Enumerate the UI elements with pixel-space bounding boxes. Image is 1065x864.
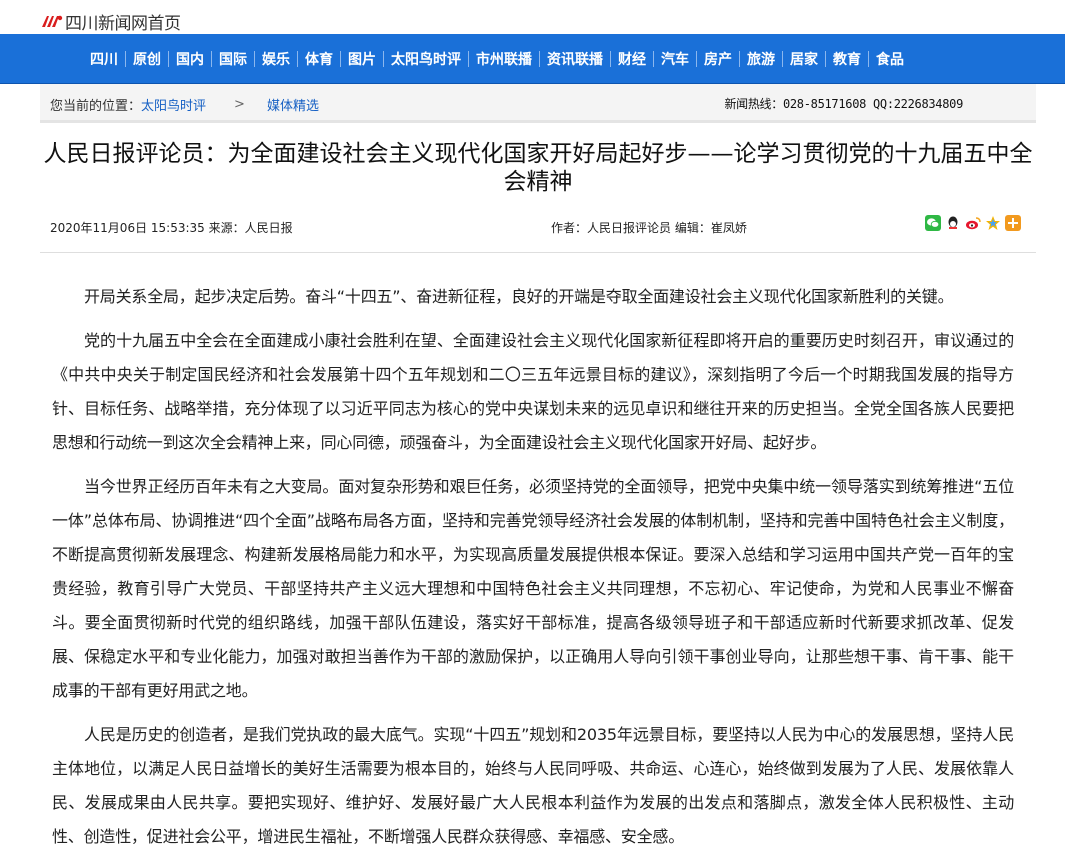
- nav-item: 旅游: [737, 49, 780, 69]
- nav-item: 国际: [209, 49, 252, 69]
- author-label: 作者：: [551, 221, 588, 235]
- nav-item: 居家: [780, 49, 823, 69]
- breadcrumb-arrow-icon: >: [234, 97, 245, 112]
- article-title: 人民日报评论员：为全面建设社会主义现代化国家开好局起好步——论学习贯彻党的十九届…: [43, 141, 1033, 195]
- wechat-icon[interactable]: [925, 215, 941, 231]
- article-paragraph: 当今世界正经历百年未有之大变局。面对复杂形势和艰巨任务，必须坚持党的全面领导，把…: [52, 477, 1014, 700]
- top-bar: 四川新闻网首页: [0, 0, 1065, 34]
- article-editor: 崔凤娇: [710, 221, 747, 235]
- breadcrumb-link-commentary[interactable]: 太阳鸟时评: [141, 95, 206, 114]
- site-logo-icon: [40, 13, 64, 30]
- news-hotline: 新闻热线：028-85171608 QQ:2226834809: [724, 95, 963, 112]
- qzone-icon[interactable]: [985, 215, 1001, 231]
- site-home-link-text: 四川新闻网首页: [65, 14, 181, 34]
- nav-link[interactable]: 太阳鸟时评: [386, 49, 466, 69]
- nav-item: 资讯联播: [537, 49, 608, 69]
- nav-item: 财经: [608, 49, 651, 69]
- nav-link[interactable]: 房产: [699, 49, 737, 69]
- nav-link[interactable]: 体育: [300, 49, 338, 69]
- nav-link[interactable]: 图片: [343, 49, 381, 69]
- nav-link[interactable]: 居家: [785, 49, 823, 69]
- nav-separator: [168, 50, 169, 67]
- nav-separator: [297, 50, 298, 67]
- nav-separator: [782, 50, 783, 67]
- nav-item: 市州联播: [466, 49, 537, 69]
- nav-link[interactable]: 国内: [171, 49, 209, 69]
- article-date-source: 2020年11月06日 15:53:35 来源：人民日报: [50, 219, 293, 236]
- nav-separator: [825, 50, 826, 67]
- nav-link[interactable]: 教育: [828, 49, 866, 69]
- breadcrumb-bar: 您当前的位置： 太阳鸟时评 > 媒体精选 新闻热线：028-85171608 Q…: [40, 84, 1036, 123]
- hotline-label: 新闻热线：: [724, 97, 783, 111]
- hotline-value: 028-85171608 QQ:2226834809: [782, 97, 963, 111]
- nav-item: 体育: [295, 49, 338, 69]
- nav-separator: [125, 50, 126, 67]
- nav-link[interactable]: 旅游: [742, 49, 780, 69]
- nav-link[interactable]: 食品: [871, 49, 909, 69]
- editor-label: 编辑：: [674, 221, 711, 235]
- nav-item: 四川: [85, 49, 123, 69]
- nav-separator: [211, 50, 212, 67]
- nav-separator: [610, 50, 611, 67]
- nav-item: 图片: [338, 49, 381, 69]
- article-author-editor: 作者：人民日报评论员 编辑：崔凤娇: [551, 219, 747, 236]
- main-nav: 四川 原创 国内 国际 娱乐 体育 图片 太阳鸟时评 市州联播 资讯联播 财经 汽车 房产 旅游 居家 教育食…: [0, 34, 1065, 84]
- nav-list: 四川 原创 国内 国际 娱乐 体育 图片 太阳鸟时评 市州联播 资讯联播 财经 汽车 房产 旅游 居家 教育食…: [85, 34, 909, 83]
- nav-item: 娱乐: [252, 49, 295, 69]
- nav-separator: [383, 50, 384, 67]
- share-bar: [925, 215, 1021, 231]
- nav-item: 食品: [866, 49, 909, 69]
- nav-link[interactable]: 国际: [214, 49, 252, 69]
- nav-separator: [539, 50, 540, 67]
- breadcrumb: 您当前的位置： 太阳鸟时评 > 媒体精选: [50, 95, 319, 114]
- nav-link[interactable]: 资讯联播: [542, 49, 608, 69]
- nav-item: 原创: [123, 49, 166, 69]
- nav-separator: [653, 50, 654, 67]
- title-divider: [40, 252, 1036, 253]
- article-datetime: 2020年11月06日 15:53:35: [50, 221, 205, 235]
- nav-link[interactable]: 娱乐: [257, 49, 295, 69]
- nav-item: 教育: [823, 49, 866, 69]
- nav-link[interactable]: 市州联播: [471, 49, 537, 69]
- nav-link[interactable]: 财经: [613, 49, 651, 69]
- nav-link[interactable]: 汽车: [656, 49, 694, 69]
- breadcrumb-label: 您当前的位置：: [50, 99, 142, 114]
- nav-link[interactable]: 四川: [85, 49, 123, 69]
- nav-separator: [696, 50, 697, 67]
- nav-separator: [739, 50, 740, 67]
- article-paragraph: 开局关系全局，起步决定后势。奋斗“十四五”、奋进新征程，良好的开端是夺取全面建设…: [84, 287, 954, 306]
- nav-separator: [254, 50, 255, 67]
- article-meta: 2020年11月06日 15:53:35 来源：人民日报 作者：人民日报评论员 …: [50, 215, 1036, 236]
- nav-separator: [468, 50, 469, 67]
- nav-item: 房产: [694, 49, 737, 69]
- home-logo-link[interactable]: 四川新闻网首页: [40, 9, 181, 34]
- article-author: 人民日报评论员: [587, 221, 672, 235]
- article-paragraph: 人民是历史的创造者，是我们党执政的最大底气。实现“十四五”规划和2035年远景目…: [52, 725, 1014, 846]
- nav-separator: [340, 50, 341, 67]
- nav-separator: [868, 50, 869, 67]
- more-share-icon[interactable]: [1005, 215, 1021, 231]
- weibo-icon[interactable]: [965, 215, 981, 231]
- article-source: 人民日报: [244, 221, 293, 235]
- breadcrumb-link-media[interactable]: 媒体精选: [267, 95, 319, 114]
- source-label: 来源：: [208, 221, 245, 235]
- article-body: 开局关系全局，起步决定后势。奋斗“十四五”、奋进新征程，良好的开端是夺取全面建设…: [52, 280, 1014, 864]
- nav-item: 汽车: [651, 49, 694, 69]
- article-paragraph: 党的十九届五中全会在全面建成小康社会胜利在望、全面建设社会主义现代化国家新征程即…: [52, 331, 1014, 452]
- qq-icon[interactable]: [945, 215, 961, 231]
- nav-item: 国内: [166, 49, 209, 69]
- nav-item: 太阳鸟时评: [381, 49, 466, 69]
- nav-link[interactable]: 原创: [128, 49, 166, 69]
